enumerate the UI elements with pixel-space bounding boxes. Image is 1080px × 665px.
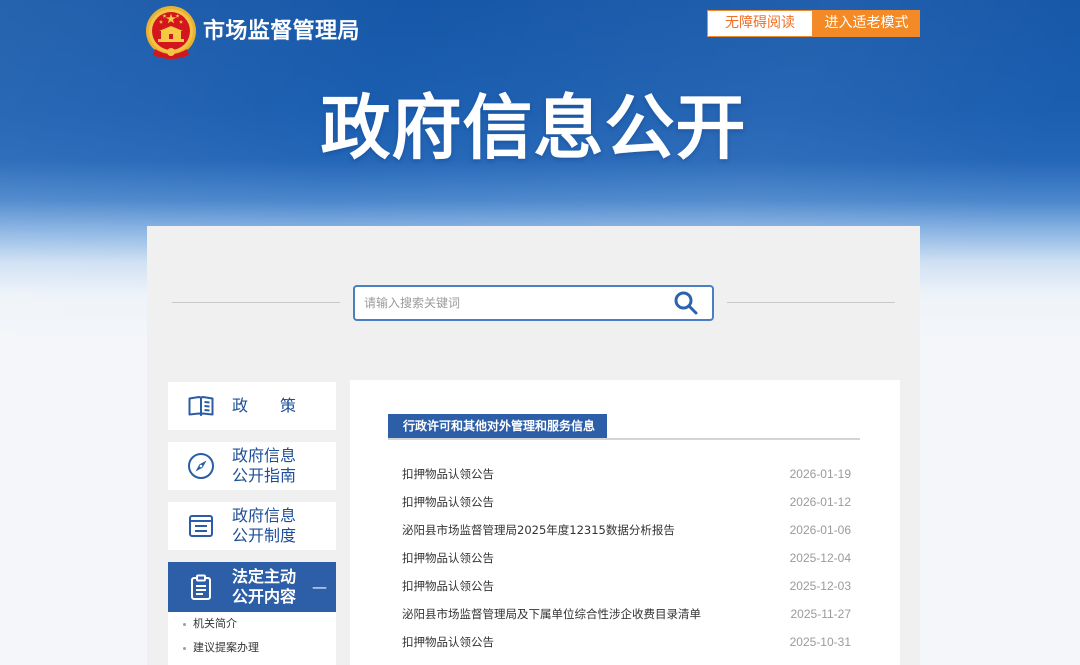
book-icon <box>187 392 215 420</box>
sidebar-nav: 政 策 政府信息 公开指南 政府信息 公开制度 法定主动 公开内容 — 机关简介… <box>168 382 336 665</box>
article-title[interactable]: 扣押物品认领公告 <box>402 550 494 566</box>
article-date: 2026-01-06 <box>789 523 851 537</box>
sidebar-item-label: 法定主动 公开内容 <box>232 567 296 607</box>
search-icon <box>673 290 699 316</box>
search-button[interactable] <box>673 290 699 316</box>
article-date: 2025-12-03 <box>789 579 851 593</box>
article-title[interactable]: 泌阳县市场监督管理局及下属单位综合性涉企收费目录清单 <box>402 606 701 622</box>
page-title: 政府信息公开 <box>320 87 747 169</box>
clipboard-icon <box>187 573 215 601</box>
list-item[interactable]: 泌阳县市场监督管理局2025年度12315数据分析报告 2026-01-06 <box>402 516 851 544</box>
tab-administrative-licensing[interactable]: 行政许可和其他对外管理和服务信息 <box>388 414 608 438</box>
article-date: 2026-01-19 <box>789 467 851 481</box>
content-panel: 政 策 政府信息 公开指南 <box>147 226 920 665</box>
sidebar-item-label: 政 策 <box>232 396 296 416</box>
list-item[interactable]: 扣押物品认领公告 2026-01-19 <box>402 460 851 488</box>
search-divider-right <box>727 302 895 303</box>
article-date: 2025-10-31 <box>789 635 851 649</box>
list-icon <box>187 512 215 540</box>
article-date: 2025-12-04 <box>789 551 851 565</box>
sidebar-item-statutory-disclosure[interactable]: 法定主动 公开内容 — <box>168 562 336 612</box>
search-box <box>353 285 714 321</box>
sidebar-item-policy[interactable]: 政 策 <box>168 382 336 430</box>
submenu-item[interactable]: 机关简介 <box>168 612 336 636</box>
list-item[interactable]: 扣押物品认领公告 2025-12-03 <box>402 572 851 600</box>
site-name: 市场监督管理局 <box>203 19 360 44</box>
main-content: 行政许可和其他对外管理和服务信息 扣押物品认领公告 2026-01-19 扣押物… <box>350 380 900 665</box>
sidebar-submenu: 机关简介 建议提案办理 <box>168 612 336 665</box>
sidebar-item-label-line: 政 策 <box>232 396 297 415</box>
sidebar-item-label-line: 公开指南 <box>232 466 297 485</box>
national-emblem-icon <box>145 5 197 61</box>
article-title[interactable]: 扣押物品认领公告 <box>402 578 494 594</box>
compass-icon <box>187 452 215 480</box>
sidebar-item-disclosure-system[interactable]: 政府信息 公开制度 <box>168 502 336 550</box>
sidebar-item-label-line: 公开内容 <box>232 587 297 606</box>
list-item[interactable]: 扣押物品认领公告 2025-10-31 <box>402 628 851 656</box>
sidebar-item-label: 政府信息 公开指南 <box>232 446 296 486</box>
article-date: 2026-01-12 <box>789 495 851 509</box>
list-item[interactable]: 泌阳县市场监督管理局及下属单位综合性涉企收费目录清单 2025-11-27 <box>402 600 851 628</box>
bullet-icon <box>183 623 186 626</box>
list-item[interactable]: 扣押物品认领公告 2026-01-12 <box>402 488 851 516</box>
article-title[interactable]: 扣押物品认领公告 <box>402 466 494 482</box>
sidebar-item-disclosure-guide[interactable]: 政府信息 公开指南 <box>168 442 336 490</box>
section-tabs: 行政许可和其他对外管理和服务信息 <box>388 414 860 440</box>
sidebar-item-label-line: 公开制度 <box>232 526 297 545</box>
bullet-icon <box>183 647 186 650</box>
article-title[interactable]: 泌阳县市场监督管理局2025年度12315数据分析报告 <box>402 522 675 538</box>
search-input[interactable] <box>353 285 714 321</box>
submenu-item[interactable]: 建议提案办理 <box>168 636 336 660</box>
article-date: 2025-11-27 <box>790 607 852 621</box>
sidebar-item-label-line: 政府信息 <box>232 506 297 525</box>
submenu-item-label: 机关简介 <box>193 617 237 630</box>
collapse-icon[interactable]: — <box>312 577 327 597</box>
article-list: 扣押物品认领公告 2026-01-19 扣押物品认领公告 2026-01-12 … <box>402 460 851 656</box>
accessible-reading-button[interactable]: 无障碍阅读 <box>707 10 813 37</box>
search-divider-left <box>172 302 340 303</box>
submenu-item-label: 建议提案办理 <box>193 641 259 654</box>
sidebar-item-label: 政府信息 公开制度 <box>232 506 296 546</box>
article-title[interactable]: 扣押物品认领公告 <box>402 634 494 650</box>
sidebar-item-label-line: 法定主动 <box>232 567 297 586</box>
article-title[interactable]: 扣押物品认领公告 <box>402 494 494 510</box>
header-actions: 无障碍阅读 进入适老模式 <box>707 10 920 37</box>
sidebar-item-label-line: 政府信息 <box>232 446 297 465</box>
list-item[interactable]: 扣押物品认领公告 2025-12-04 <box>402 544 851 572</box>
elder-mode-button[interactable]: 进入适老模式 <box>813 10 920 37</box>
